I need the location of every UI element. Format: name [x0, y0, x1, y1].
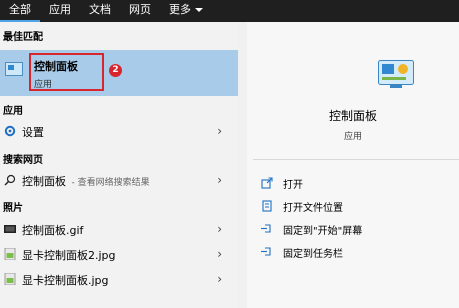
- search-icon: [4, 174, 16, 186]
- tab-more[interactable]: 更多: [160, 0, 212, 22]
- action-label: 固定到"开始"屏幕: [283, 226, 363, 237]
- divider: [253, 159, 459, 160]
- list-item-settings[interactable]: 设置 ›: [0, 120, 238, 142]
- section-apps: 应用: [3, 106, 23, 117]
- list-item-label: 显卡控制面板.jpg: [22, 274, 109, 287]
- tab-documents[interactable]: 文档: [80, 0, 120, 22]
- best-match-item[interactable]: 控制面板 应用 2: [0, 50, 238, 96]
- results-pane: 最佳匹配 控制面板 应用 2 应用 设置 › 搜索网页 控制面板 - 查看网络搜…: [0, 22, 238, 308]
- image-file-icon: [4, 248, 16, 260]
- search-tab-bar: 全部 应用 文档 网页 更多: [0, 0, 459, 22]
- chevron-down-icon: [195, 8, 203, 12]
- best-match-subtitle: 应用: [34, 80, 53, 90]
- list-item-photo[interactable]: 控制面板.gif ›: [0, 218, 238, 240]
- tab-more-label: 更多: [169, 3, 191, 16]
- action-label: 打开: [283, 180, 303, 191]
- chevron-right-icon[interactable]: ›: [217, 247, 222, 261]
- chevron-right-icon[interactable]: ›: [217, 222, 222, 236]
- list-item-photo[interactable]: 显卡控制面板2.jpg ›: [0, 243, 238, 265]
- image-file-icon: [4, 225, 16, 233]
- gear-icon: [4, 125, 16, 137]
- pin-icon: [261, 224, 271, 233]
- web-query: 控制面板: [22, 175, 66, 188]
- section-best-match: 最佳匹配: [3, 32, 43, 43]
- image-file-icon: [4, 273, 16, 285]
- action-open-file-location[interactable]: 打开文件位置: [261, 197, 459, 215]
- detail-subtitle: 应用: [343, 132, 362, 142]
- web-search-hint: - 查看网络搜索结果: [71, 178, 150, 188]
- chevron-right-icon[interactable]: ›: [217, 173, 222, 187]
- list-item-photo[interactable]: 显卡控制面板.jpg ›: [0, 268, 238, 290]
- tab-web[interactable]: 网页: [120, 0, 160, 22]
- chevron-right-icon[interactable]: ›: [217, 124, 222, 138]
- action-label: 固定到任务栏: [283, 249, 343, 260]
- pin-icon: [261, 247, 271, 256]
- detail-pane: [247, 22, 459, 308]
- action-pin-to-taskbar[interactable]: 固定到任务栏: [261, 243, 459, 261]
- action-open[interactable]: 打开: [261, 174, 459, 192]
- list-item-label: 控制面板.gif: [22, 224, 84, 237]
- section-search-web: 搜索网页: [3, 155, 43, 166]
- control-panel-icon: [378, 60, 414, 88]
- section-photos: 照片: [3, 203, 23, 214]
- chevron-right-icon[interactable]: ›: [217, 272, 222, 286]
- list-item-label: 显卡控制面板2.jpg: [22, 249, 116, 262]
- detail-title: 控制面板: [328, 109, 377, 123]
- open-icon: [261, 177, 273, 189]
- best-match-title: 控制面板: [34, 60, 78, 73]
- file-location-icon: [262, 200, 272, 212]
- list-item-label: 控制面板 - 查看网络搜索结果: [22, 173, 150, 189]
- action-label: 打开文件位置: [283, 203, 343, 214]
- list-item-web-search[interactable]: 控制面板 - 查看网络搜索结果 ›: [0, 169, 238, 191]
- list-item-label: 设置: [22, 126, 44, 139]
- search-window: 全部 应用 文档 网页 更多 最佳匹配 控制面板 应用 2 应用 设置 › 搜索…: [0, 0, 459, 308]
- tab-all[interactable]: 全部: [0, 0, 40, 22]
- control-panel-icon: [5, 62, 23, 76]
- annotation-step-badge: 2: [109, 64, 122, 77]
- action-pin-to-start[interactable]: 固定到"开始"屏幕: [261, 220, 459, 238]
- tab-apps[interactable]: 应用: [40, 0, 80, 22]
